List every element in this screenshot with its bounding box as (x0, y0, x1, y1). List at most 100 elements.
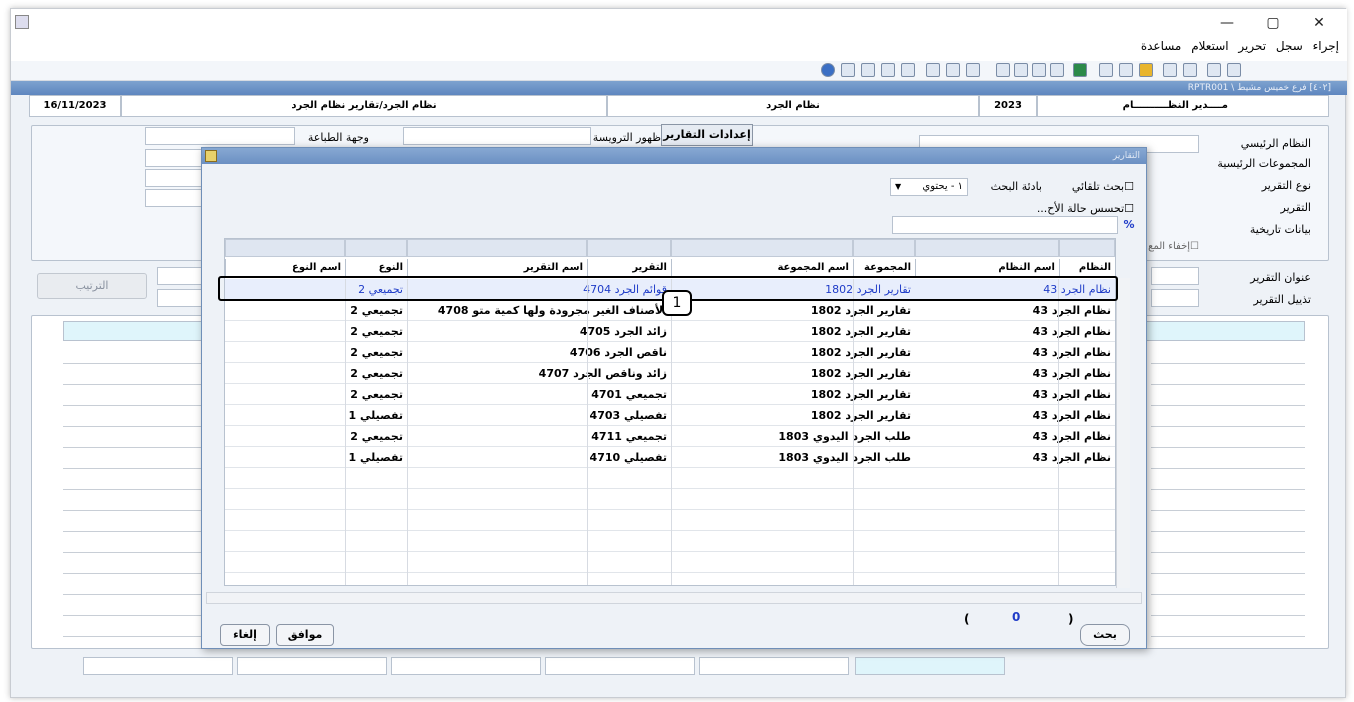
report-footer-field[interactable] (1151, 289, 1199, 307)
search-button[interactable]: بحث (1080, 624, 1130, 646)
col-system[interactable]: النظام (1059, 259, 1115, 277)
table-row[interactable]: 43 نظام الجرد 1802 تقارير الجرد 4707 زائد … (225, 363, 1115, 384)
header-path: نظام الجرد/تقارير نظام الجرد (121, 95, 607, 117)
table-vertical-scrollbar[interactable] (1116, 278, 1130, 588)
close-button[interactable]: ✕ (1299, 15, 1339, 31)
search-tool-select[interactable]: ١ - يحتوي ▼ (890, 178, 968, 196)
table-row[interactable]: 43 نظام الجرد 1802 تقارير الجرد 4706 ناقص … (225, 342, 1115, 363)
exit-icon[interactable] (1073, 63, 1087, 77)
menu-edit[interactable]: تحرير (1238, 39, 1266, 53)
cell-report: 4710 تفصيلي (589, 451, 667, 464)
first-icon[interactable] (996, 63, 1010, 77)
search-tool-label: بادئة البحث (990, 180, 1042, 193)
option-select-1[interactable] (145, 149, 205, 167)
main-system-label: النظام الرئيسي (1240, 137, 1311, 150)
delete-icon[interactable] (966, 63, 980, 77)
edit-icon[interactable] (1099, 63, 1113, 77)
bottom-field-6[interactable] (855, 657, 1005, 675)
header-role: مــــدير النظــــــــــام (1037, 95, 1329, 117)
bottom-field-3[interactable] (391, 657, 541, 675)
header-system: نظام الجرد (607, 95, 979, 117)
main-groups-label: المجموعات الرئيسية (1217, 157, 1311, 170)
help-icon[interactable] (821, 63, 835, 77)
filter-icon[interactable] (901, 63, 915, 77)
cell-type: 2 تجميعي (350, 325, 403, 338)
cancel-button[interactable]: إلغاء (220, 624, 270, 646)
col-sep-1 (1058, 279, 1059, 585)
header-appear-select[interactable] (403, 127, 591, 145)
bottom-field-2[interactable] (237, 657, 387, 675)
option-select-3[interactable] (145, 189, 205, 207)
sort-button[interactable]: الترتيب (37, 273, 147, 299)
app-icon (15, 15, 29, 29)
home-icon[interactable] (1227, 63, 1241, 77)
cell-group: 1802 تقارير الجرد (810, 346, 911, 359)
col-report[interactable]: التقرير (587, 259, 671, 277)
table-row[interactable]: 43 نظام الجرد 1803 طلب الجرد اليدوي 4710 ت… (225, 447, 1115, 468)
print-dest-select[interactable] (145, 127, 295, 145)
copy-icon[interactable] (946, 63, 960, 77)
auto-search-checkbox[interactable]: ☐بحث تلقائي (1044, 180, 1134, 193)
option-select-2[interactable] (145, 169, 205, 187)
find-icon[interactable] (861, 63, 875, 77)
chevron-down-icon: ▼ (895, 182, 902, 191)
menu-action[interactable]: إجراء (1313, 39, 1339, 53)
title-bar: — ▢ ✕ (11, 9, 1347, 39)
last-icon[interactable] (1050, 63, 1064, 77)
minimize-button[interactable]: — (1207, 15, 1247, 31)
cell-report: 4703 تفصيلي (589, 409, 667, 422)
menu-help[interactable]: مساعدة (1141, 39, 1182, 53)
save-icon[interactable] (841, 63, 855, 77)
attach-icon[interactable] (1183, 63, 1197, 77)
grid-icon[interactable] (1119, 63, 1133, 77)
settings-icon[interactable] (1163, 63, 1177, 77)
tab-report-settings[interactable]: إعدادات التقارير (661, 124, 753, 146)
col-sep-4 (587, 279, 588, 585)
app-window: — ▢ ✕ إجراء سجل تحرير استعلام مساعدة [٤٠… (10, 8, 1347, 698)
cell-group: 1802 تقارير الجرد (810, 388, 911, 401)
cell-system: 43 نظام الجرد (1032, 451, 1111, 464)
filter-cell-6 (407, 239, 587, 257)
table-body: 43 نظام الجرد 1802 تقارير الجرد 4704 قوائم… (225, 279, 1115, 585)
table-row[interactable]: 43 نظام الجرد 1802 تقارير الجرد 4701 تجميع… (225, 384, 1115, 405)
cell-type: 1 تفصيلي (348, 409, 403, 422)
col-type[interactable]: النوع (345, 259, 407, 277)
bottom-field-4[interactable] (545, 657, 695, 675)
col-type-name[interactable]: اسم النوع (225, 259, 345, 277)
cell-system: 43 نظام الجرد (1032, 430, 1111, 443)
lock-icon[interactable] (1139, 63, 1153, 77)
bottom-field-1[interactable] (83, 657, 233, 675)
col-sep-3 (671, 279, 672, 585)
col-group-name[interactable]: اسم المجموعة (671, 259, 853, 277)
print-icon[interactable] (881, 63, 895, 77)
background-grid-rows-left (63, 343, 211, 643)
print-dest-label: وجهة الطباعة (307, 131, 369, 144)
filter-cell-2 (915, 239, 1059, 257)
col-group[interactable]: المجموعة (853, 259, 915, 277)
bottom-field-row (37, 657, 1327, 677)
cell-system: 43 نظام الجرد (1032, 304, 1111, 317)
background-grid-rows-right (1151, 343, 1305, 643)
table-row[interactable]: 43 نظام الجرد 1803 طلب الجرد اليدوي 4711 ت… (225, 426, 1115, 447)
report-footer-label: تذييل التقرير (1253, 293, 1311, 306)
menu-bar: إجراء سجل تحرير استعلام مساعدة (11, 39, 1347, 61)
menu-query[interactable]: استعلام (1191, 39, 1228, 53)
table-row[interactable]: 43 نظام الجرد 1802 تقارير الجرد 4705 زائد … (225, 321, 1115, 342)
menu-record[interactable]: سجل (1276, 39, 1303, 53)
col-system-name[interactable]: اسم النظام (915, 259, 1059, 277)
maximize-button[interactable]: ▢ (1253, 15, 1293, 31)
new-icon[interactable] (926, 63, 940, 77)
cell-type: 1 تفصيلي (348, 451, 403, 464)
report-title-field[interactable] (1151, 267, 1199, 285)
ok-button[interactable]: موافق (276, 624, 334, 646)
col-report-name[interactable]: اسم التقرير (407, 259, 587, 277)
sense-state-checkbox[interactable]: ☐تحسس حالة الأح... (996, 202, 1134, 215)
cell-system: 43 نظام الجرد (1032, 409, 1111, 422)
window-icon[interactable] (1207, 63, 1221, 77)
table-row[interactable]: 43 نظام الجرد 1802 تقارير الجرد 4703 تفصيل… (225, 405, 1115, 426)
bottom-field-5[interactable] (699, 657, 849, 675)
search-input[interactable] (892, 216, 1118, 234)
next-icon[interactable] (1032, 63, 1046, 77)
prev-icon[interactable] (1014, 63, 1028, 77)
table-horizontal-scrollbar[interactable] (206, 592, 1142, 604)
